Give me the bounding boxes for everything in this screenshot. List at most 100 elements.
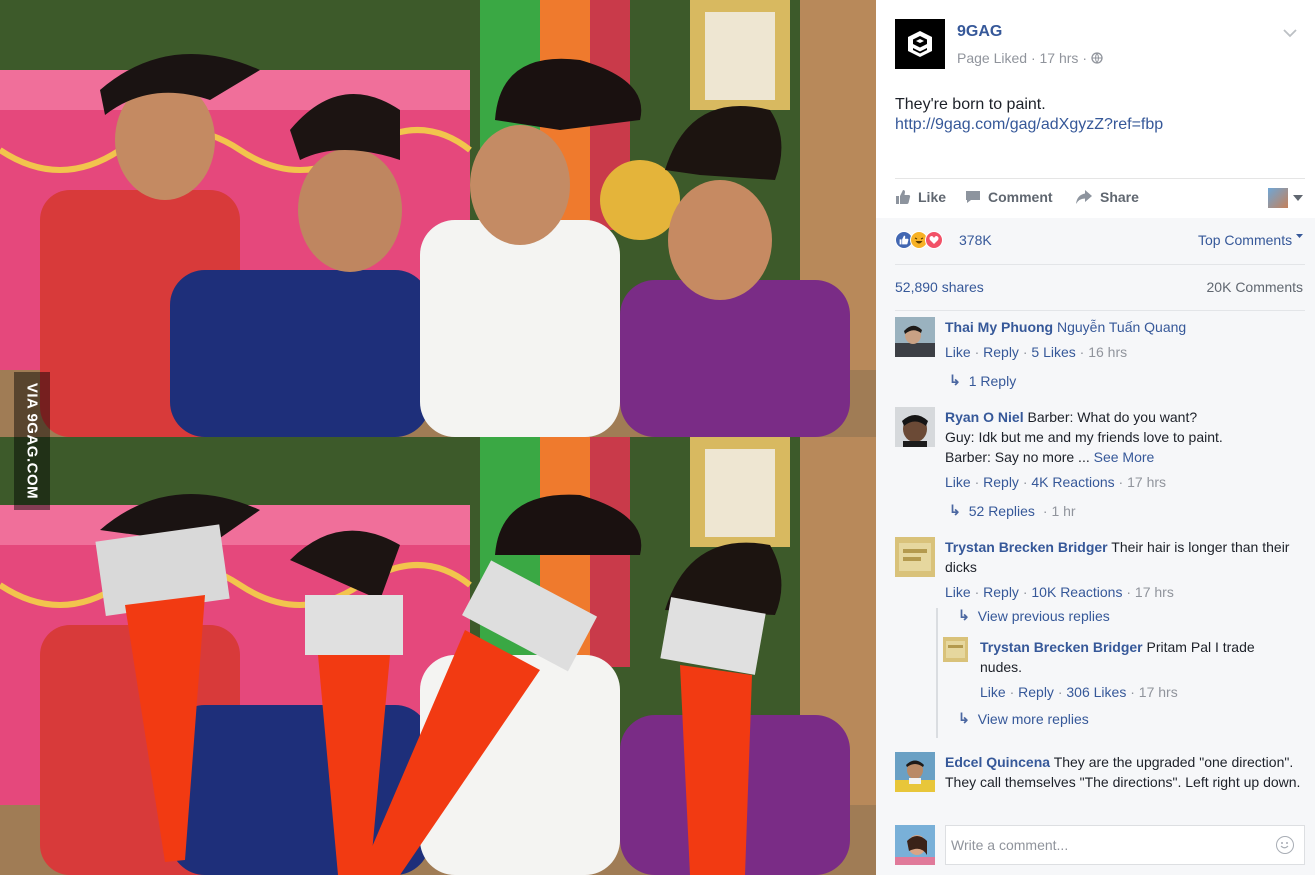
9gag-watermark: VIA 9GAG.COM <box>14 372 50 510</box>
reactions-count[interactable]: 378K <box>959 232 992 248</box>
current-user-avatar <box>895 825 935 865</box>
top-comments-dropdown[interactable]: Top Comments <box>1198 232 1303 248</box>
replies-count: 52 Replies <box>968 502 1035 519</box>
comment-body: Ryan O Niel Barber: What do you want? Gu… <box>945 407 1305 492</box>
replies-count: 1 Reply <box>968 372 1017 389</box>
reply-arrow-icon: ↳ <box>958 710 970 726</box>
comment-author[interactable]: Trystan Brecken Bridger <box>945 539 1108 555</box>
comment-item: Ryan O Niel Barber: What do you want? Gu… <box>895 407 1307 507</box>
like-button[interactable]: Like <box>895 189 946 205</box>
love-reaction-icon <box>925 231 943 249</box>
post-as-selector[interactable] <box>1268 188 1303 208</box>
view-previous-replies-link[interactable]: ↳ View previous replies <box>958 607 1110 624</box>
post-actions-bar: Like Comment Share <box>895 178 1305 218</box>
reply-like-link[interactable]: Like <box>980 684 1006 700</box>
like-label: Like <box>918 189 947 205</box>
comment-like-link[interactable]: Like <box>945 344 971 360</box>
comments-count[interactable]: 20K Comments <box>1207 279 1303 295</box>
page-name-link[interactable]: 9GAG <box>957 23 1002 41</box>
avatar[interactable] <box>895 407 935 447</box>
view-replies-link[interactable]: ↳ 52 Replies · 1 hr <box>949 502 1076 519</box>
share-label: Share <box>1100 189 1139 205</box>
comment-like-link[interactable]: Like <box>945 584 971 600</box>
comment-body: Thai My Phuong Nguyễn Tuấn Quang Like · … <box>945 317 1305 362</box>
reply-author[interactable]: Trystan Brecken Bridger <box>980 639 1143 655</box>
reply-meta: Like · Reply · 306 Likes · 17 hrs <box>980 684 1178 700</box>
thumbs-up-icon <box>896 190 911 204</box>
comment-like-link[interactable]: Like <box>945 474 971 490</box>
comment-time[interactable]: 17 hrs <box>1127 474 1166 490</box>
view-more-label: View more replies <box>977 710 1089 727</box>
page-liked-status[interactable]: Page Liked <box>957 50 1027 66</box>
post-details-panel: 9GAG Page Liked · 17 hrs · They're born … <box>876 0 1315 875</box>
view-replies-link[interactable]: ↳ 1 Reply <box>949 372 1016 389</box>
9gag-logo[interactable] <box>895 19 945 69</box>
reply-time[interactable]: 17 hrs <box>1139 684 1178 700</box>
caption-text: They're born to paint. <box>895 96 1046 113</box>
reply-arrow-icon: ↳ <box>949 372 961 388</box>
reply-arrow-icon: ↳ <box>949 502 961 518</box>
comment-label: Comment <box>988 189 1053 205</box>
post-meta: Page Liked · 17 hrs · <box>957 50 1103 66</box>
9gag-logo-icon <box>908 31 932 57</box>
comment-meta: Like · Reply · 4K Reactions · 17 hrs <box>945 474 1167 490</box>
mentioned-user[interactable]: Nguyễn Tuấn Quang <box>1057 319 1186 335</box>
comment-reactions-count[interactable]: 4K Reactions <box>1031 474 1114 490</box>
comment-input[interactable]: Write a comment... <box>945 825 1305 865</box>
caret-down-icon <box>1293 195 1303 201</box>
post-caption: They're born to paint. http://9gag.com/g… <box>895 95 1295 135</box>
comment-author[interactable]: Ryan O Niel <box>945 409 1024 425</box>
post-time[interactable]: 17 hrs <box>1040 50 1079 66</box>
comment-item: Trystan Brecken Bridger Their hair is lo… <box>895 537 1307 607</box>
avatar[interactable] <box>895 317 935 357</box>
comment-author[interactable]: Edcel Quincena <box>945 754 1050 770</box>
meta-separator: · <box>1082 50 1091 66</box>
comment-reply-link[interactable]: Reply <box>983 584 1019 600</box>
replies-time-value: 1 hr <box>1051 502 1076 519</box>
comment-button[interactable]: Comment <box>965 189 1053 205</box>
photo-illustration <box>0 0 876 875</box>
avatar[interactable] <box>895 752 935 792</box>
globe-icon <box>1091 50 1103 66</box>
comment-reply-link[interactable]: Reply <box>983 474 1019 490</box>
comment-body: Edcel Quincena They are the upgraded "on… <box>945 752 1305 792</box>
chevron-down-icon[interactable] <box>1283 25 1297 41</box>
comment-reply-link[interactable]: Reply <box>983 344 1019 360</box>
shares-count[interactable]: 52,890 shares <box>895 279 984 295</box>
comment-item: Edcel Quincena They are the upgraded "on… <box>895 752 1307 817</box>
reply-arrow-icon: ↳ <box>958 607 970 623</box>
comment-time[interactable]: 16 hrs <box>1088 344 1127 360</box>
write-comment-box: Write a comment... <box>895 825 1305 865</box>
comment-reactions-count[interactable]: 5 Likes <box>1031 344 1075 360</box>
comment-icon <box>966 191 980 203</box>
comment-text-line: Guy: Idk but me and my friends love to p… <box>945 429 1223 445</box>
avatar[interactable] <box>943 637 968 662</box>
comment-meta: Like · Reply · 10K Reactions · 17 hrs <box>945 584 1174 600</box>
view-previous-label: View previous replies <box>977 607 1110 624</box>
current-user-avatar <box>1268 188 1288 208</box>
comment-input-placeholder: Write a comment... <box>951 837 1069 853</box>
post-header: 9GAG Page Liked · 17 hrs · <box>895 19 1305 75</box>
share-button[interactable]: Share <box>1075 189 1139 205</box>
comment-body: Trystan Brecken Bridger Their hair is lo… <box>945 537 1305 602</box>
meta-separator: · <box>1030 50 1040 66</box>
avatar[interactable] <box>895 537 935 577</box>
caption-link[interactable]: http://9gag.com/gag/adXgyzZ?ref=fbp <box>895 116 1163 133</box>
reply-reactions-count[interactable]: 306 Likes <box>1066 684 1126 700</box>
emoji-icon[interactable] <box>1276 836 1294 854</box>
comment-author[interactable]: Thai My Phuong <box>945 319 1053 335</box>
comment-reactions-count[interactable]: 10K Reactions <box>1031 584 1122 600</box>
top-comments-label: Top Comments <box>1197 232 1293 248</box>
post-photo[interactable]: VIA 9GAG.COM <box>0 0 876 875</box>
comment-text-line: Barber: Say no more ... <box>945 449 1090 465</box>
reactions-summary: 378K Top Comments <box>895 229 1305 265</box>
see-more-link[interactable]: See More <box>1094 449 1155 465</box>
engagement-counts: 52,890 shares 20K Comments <box>895 265 1305 311</box>
share-icon <box>1076 190 1092 204</box>
comment-text-line: Barber: What do you want? <box>1027 409 1198 425</box>
reply-reply-link[interactable]: Reply <box>1018 684 1054 700</box>
reaction-icons[interactable] <box>895 231 943 249</box>
view-more-replies-link[interactable]: ↳ View more replies <box>958 710 1089 727</box>
comment-time[interactable]: 17 hrs <box>1135 584 1174 600</box>
caret-down-icon <box>1296 234 1303 238</box>
